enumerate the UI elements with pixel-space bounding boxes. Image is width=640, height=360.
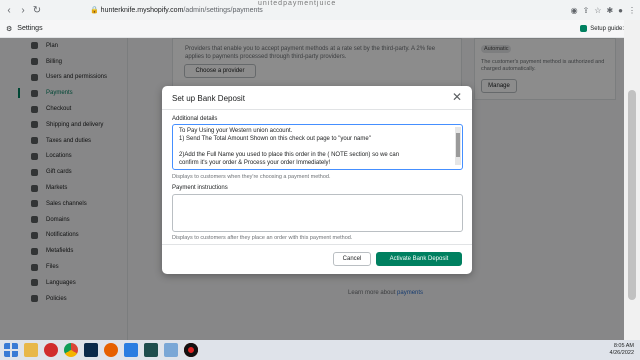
url-path: /admin/settings/payments <box>183 7 263 14</box>
record-icon[interactable] <box>184 343 198 357</box>
terminal-icon[interactable] <box>144 343 158 357</box>
camera-icon[interactable]: ◉ <box>571 6 578 15</box>
additional-details-help: Displays to customers when they're choos… <box>172 174 331 180</box>
payment-instructions-textarea[interactable] <box>172 194 463 232</box>
page-scrollbar-thumb[interactable] <box>628 90 636 300</box>
clock-date: 4/26/2022 <box>609 350 634 356</box>
additional-details-line: 2)Add the Full Name you used to place th… <box>179 152 400 158</box>
settings-title: Settings <box>17 25 43 32</box>
star-icon[interactable]: ☆ <box>594 6 601 15</box>
url-field[interactable]: 🔒 hunterknife.myshopify.com/admin/settin… <box>90 6 263 14</box>
photoshop-icon[interactable] <box>84 343 98 357</box>
additional-details-label: Additional details <box>172 116 218 122</box>
textarea-scrollbar[interactable] <box>455 127 461 165</box>
forward-icon[interactable]: › <box>18 5 28 16</box>
browser-toolbar-icons: ◉ ⇪ ☆ ✱ ● ⋮ <box>571 6 636 15</box>
setup-guide-icon <box>580 25 588 32</box>
windows-start-icon[interactable] <box>4 343 18 357</box>
settings-header: ⚙ Settings Setup guide: 3/6 <box>0 20 640 38</box>
back-icon[interactable]: ‹ <box>4 5 14 16</box>
additional-details-textarea[interactable]: To Pay Using your Western union account.… <box>172 124 463 170</box>
reload-icon[interactable]: ↻ <box>32 5 42 16</box>
app-icon[interactable] <box>164 343 178 357</box>
extensions-icon[interactable]: ✱ <box>606 6 613 15</box>
cancel-button[interactable]: Cancel <box>333 252 371 266</box>
bank-deposit-modal: Set up Bank Deposit ✕ Additional details… <box>162 86 472 274</box>
opera-icon[interactable] <box>44 343 58 357</box>
chrome-icon[interactable] <box>64 343 78 357</box>
additional-details-line <box>179 143 448 151</box>
additional-details-line: confirm it's your order & Process your o… <box>179 160 331 166</box>
taskbar: 8:05 AM 4/26/2022 <box>0 340 640 360</box>
firefox-icon[interactable] <box>104 343 118 357</box>
modal-title: Set up Bank Deposit <box>172 94 245 103</box>
gear-icon: ⚙ <box>6 25 13 33</box>
modal-header: Set up Bank Deposit ✕ <box>162 86 472 110</box>
profile-icon[interactable]: ● <box>618 6 623 15</box>
url-host: hunterknife.myshopify.com <box>100 7 184 14</box>
close-icon[interactable]: ✕ <box>452 91 462 103</box>
payment-instructions-label: Payment instructions <box>172 185 228 191</box>
additional-details-line: To Pay Using your Western union account. <box>179 128 293 134</box>
payment-instructions-help: Displays to customers after they place a… <box>172 235 353 241</box>
additional-details-line: 1) Send The Total Amount Shown on this c… <box>179 136 371 142</box>
media-icon[interactable] <box>124 343 138 357</box>
system-clock[interactable]: 8:05 AM 4/26/2022 <box>610 343 634 357</box>
watermark-text: unitedpaymentjuice <box>258 0 337 7</box>
activate-bank-deposit-button[interactable]: Activate Bank Deposit <box>376 252 462 266</box>
page-scrollbar[interactable] <box>624 20 640 340</box>
menu-icon[interactable]: ⋮ <box>628 6 636 15</box>
clock-time: 8:05 AM <box>613 343 634 349</box>
textarea-scrollbar-thumb[interactable] <box>456 133 460 157</box>
share-icon[interactable]: ⇪ <box>583 6 590 15</box>
file-explorer-icon[interactable] <box>24 343 38 357</box>
